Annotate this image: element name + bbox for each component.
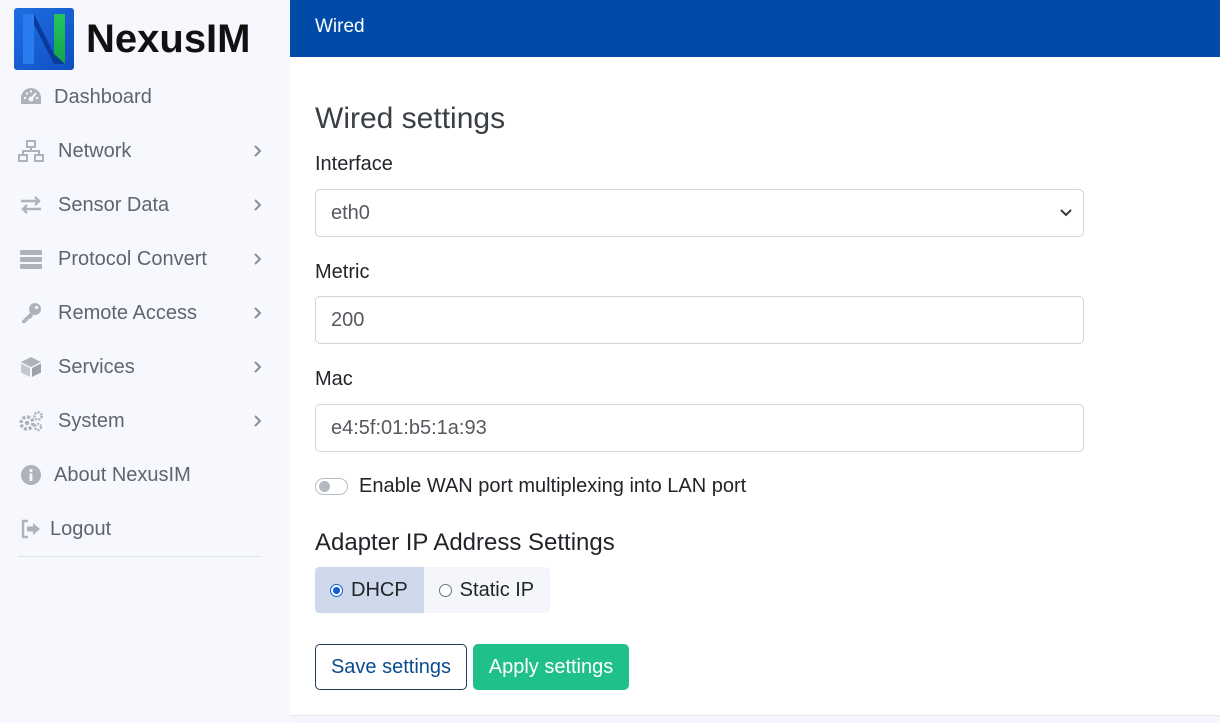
ip-settings-title: Adapter IP Address Settings bbox=[315, 529, 615, 556]
radio-dhcp-indicator bbox=[330, 583, 343, 597]
chevron-right-icon bbox=[250, 198, 264, 212]
dashboard-gauge-icon bbox=[18, 85, 44, 109]
page-title: Wired settings bbox=[315, 102, 506, 135]
mac-input[interactable]: e4:5f:01:b5:1a:93 bbox=[315, 404, 1084, 452]
sidebar-item-label: About NexusIM bbox=[54, 463, 191, 486]
mac-label: Mac bbox=[315, 368, 353, 390]
sidebar-item-label: Sensor Data bbox=[58, 193, 170, 216]
radio-dhcp[interactable]: DHCP bbox=[315, 567, 424, 613]
sidebar-item-network[interactable]: Network bbox=[0, 124, 290, 178]
exchange-arrows-icon bbox=[18, 193, 44, 217]
logout-icon bbox=[18, 517, 44, 541]
interface-label: Interface bbox=[315, 153, 393, 175]
radio-static-ip-label: Static IP bbox=[459, 578, 535, 601]
toggle-knob bbox=[319, 481, 330, 492]
chevron-right-icon bbox=[250, 252, 264, 266]
logo-mark-icon bbox=[14, 8, 74, 70]
main-content: Wired settings Interface eth0 Metric 200… bbox=[290, 57, 1220, 716]
app-logo[interactable]: NexusIM bbox=[14, 7, 251, 71]
chevron-right-icon bbox=[250, 414, 264, 428]
sidebar-item-label: Logout bbox=[50, 517, 112, 540]
key-icon bbox=[18, 301, 44, 325]
interface-select[interactable]: eth0 bbox=[315, 189, 1084, 237]
mac-input-value: e4:5f:01:b5:1a:93 bbox=[331, 416, 487, 439]
wan-multiplex-toggle-row: Enable WAN port multiplexing into LAN po… bbox=[315, 475, 746, 498]
sidebar-item-label: Network bbox=[58, 139, 132, 162]
sidebar-item-remote-access[interactable]: Remote Access bbox=[0, 286, 290, 340]
gears-icon bbox=[18, 409, 44, 433]
radio-dhcp-label: DHCP bbox=[351, 578, 408, 601]
metric-input-value: 200 bbox=[331, 308, 365, 331]
metric-input[interactable]: 200 bbox=[315, 296, 1084, 344]
app-name: NexusIM bbox=[86, 16, 251, 61]
top-bar: Wired bbox=[290, 0, 1220, 57]
network-icon bbox=[18, 139, 44, 163]
sidebar-item-sensor-data[interactable]: Sensor Data bbox=[0, 178, 290, 232]
sidebar-item-system[interactable]: System bbox=[0, 394, 290, 448]
cube-icon bbox=[18, 355, 44, 379]
server-stack-icon bbox=[18, 247, 44, 271]
sidebar-item-logout[interactable]: Logout bbox=[0, 502, 290, 556]
chevron-right-icon bbox=[250, 306, 264, 320]
interface-select-value: eth0 bbox=[331, 201, 370, 224]
chevron-right-icon bbox=[250, 144, 264, 158]
info-icon bbox=[18, 463, 44, 487]
sidebar-item-protocol-convert[interactable]: Protocol Convert bbox=[0, 232, 290, 286]
sidebar-item-dashboard[interactable]: Dashboard bbox=[0, 70, 290, 124]
sidebar-item-about[interactable]: About NexusIM bbox=[0, 448, 290, 502]
save-settings-button[interactable]: Save settings bbox=[315, 644, 467, 690]
header-title: Wired bbox=[315, 16, 365, 37]
metric-label: Metric bbox=[315, 261, 370, 283]
sidebar: NexusIM Dashboard Network Sensor Data Pr… bbox=[0, 0, 290, 723]
sidebar-item-label: Services bbox=[58, 355, 135, 378]
sidebar-item-label: Protocol Convert bbox=[58, 247, 207, 270]
sidebar-divider bbox=[18, 556, 260, 557]
wan-multiplex-toggle[interactable] bbox=[315, 478, 348, 495]
wan-multiplex-toggle-label[interactable]: Enable WAN port multiplexing into LAN po… bbox=[359, 475, 746, 498]
radio-static-ip-indicator bbox=[438, 583, 452, 597]
chevron-right-icon bbox=[250, 360, 264, 374]
apply-settings-button[interactable]: Apply settings bbox=[473, 644, 629, 690]
chevron-down-icon bbox=[1059, 208, 1073, 218]
radio-static-ip[interactable]: Static IP bbox=[423, 567, 551, 613]
ip-mode-radio-group: DHCP Static IP bbox=[315, 567, 551, 613]
sidebar-item-label: Dashboard bbox=[54, 85, 152, 108]
sidebar-item-label: Remote Access bbox=[58, 301, 197, 324]
sidebar-item-label: System bbox=[58, 409, 125, 432]
sidebar-item-services[interactable]: Services bbox=[0, 340, 290, 394]
sidebar-nav: Dashboard Network Sensor Data Protocol C… bbox=[0, 70, 290, 556]
